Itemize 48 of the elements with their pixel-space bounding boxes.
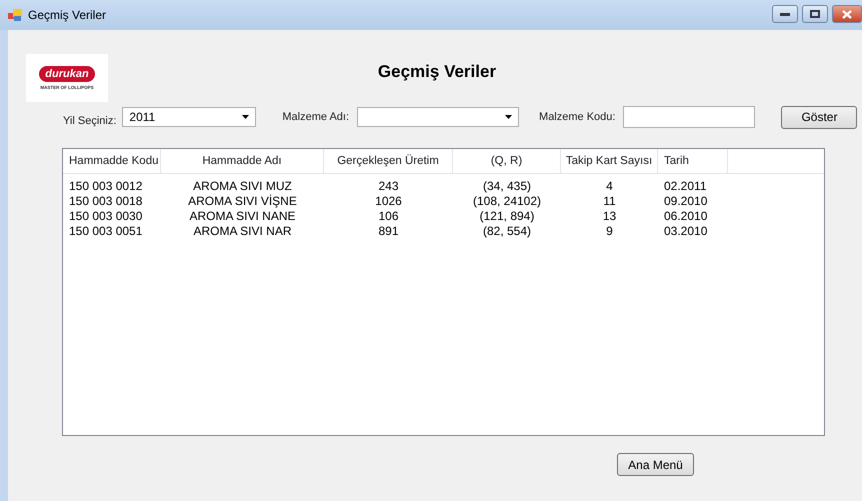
window-icon: [8, 9, 22, 21]
table-cell-text: 891: [377, 223, 400, 238]
column-header[interactable]: Takip Kart Sayısı: [561, 149, 658, 173]
table-cell-text: 150 003 0030: [68, 208, 144, 223]
minimize-icon: [780, 12, 790, 16]
window-title: Geçmiş Veriler: [28, 8, 106, 22]
maximize-icon: [810, 10, 820, 18]
table-cell-text: (121, 894): [478, 208, 536, 223]
table-cell-text: AROMA SIVI VİŞNE: [187, 193, 298, 208]
page-heading: Geçmiş Veriler: [376, 62, 498, 82]
table-cell-text: AROMA SIVI MUZ: [192, 178, 293, 193]
table-cell-text: 4: [605, 178, 614, 193]
table-cell-text: 150 003 0018: [68, 193, 144, 208]
table-cell-text: 13: [602, 208, 618, 223]
material-name-label: Malzeme Adı:: [282, 111, 350, 123]
year-label: Yil Seçiniz:: [63, 115, 116, 127]
close-icon: [842, 10, 852, 18]
maximize-button[interactable]: [802, 5, 828, 23]
column-header[interactable]: Tarih: [658, 149, 728, 173]
table-cell-text: AROMA SIVI NAR: [192, 223, 293, 238]
table-cell-text: 02.2011: [663, 178, 708, 193]
show-button[interactable]: Göster: [781, 106, 858, 128]
table-cell-text: (34, 435): [482, 178, 532, 193]
table-cell-text: AROMA SIVI NANE: [188, 208, 297, 223]
column-header[interactable]: Hammadde Kodu: [63, 149, 161, 173]
table-cell-text: 03.2010: [663, 223, 708, 238]
table-cell-text: 106: [377, 208, 400, 223]
table-cell-text: (82, 554): [482, 223, 532, 238]
column-header[interactable]: Gerçekleşen Üretim: [324, 149, 453, 173]
table-cell-text: 243: [377, 178, 400, 193]
column-header[interactable]: (Q, R): [453, 149, 561, 173]
material-code-field[interactable]: [623, 106, 756, 128]
dropdown-arrow-icon[interactable]: [242, 115, 250, 119]
table-cell-text: (108, 24102): [472, 193, 542, 208]
table-cell-text: 150 003 0012: [68, 178, 144, 193]
table-cell-text: 11: [602, 193, 617, 208]
table-cell-text: 150 003 0051: [68, 223, 144, 238]
material-code-label: Malzeme Kodu:: [539, 111, 616, 123]
table-cell-text: 09.2010: [663, 193, 708, 208]
table-cell-text: 9: [605, 223, 614, 238]
table-cell-text: 1026: [374, 193, 403, 208]
minimize-button[interactable]: [772, 5, 798, 23]
main-menu-button[interactable]: Ana Menü: [617, 453, 694, 476]
column-header[interactable]: Hammadde Adı: [161, 149, 324, 173]
table-cell-text: 06.2010: [663, 208, 708, 223]
close-button[interactable]: [832, 5, 862, 23]
year-dropdown[interactable]: 2011: [122, 107, 256, 127]
dropdown-arrow-icon[interactable]: [505, 115, 512, 119]
